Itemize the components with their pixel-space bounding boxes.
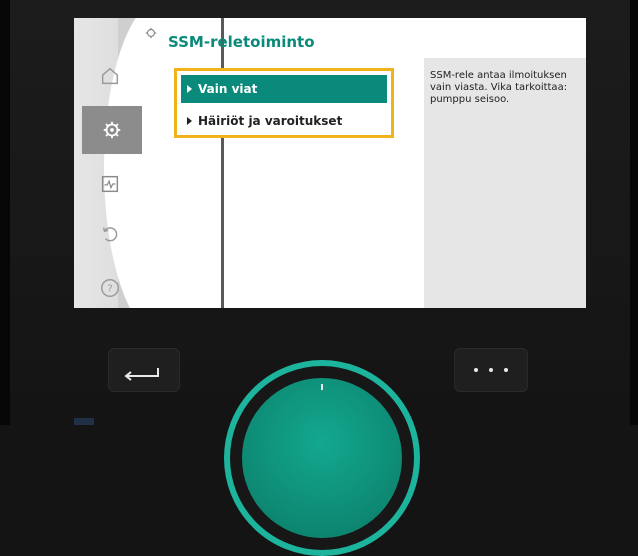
back-button[interactable] bbox=[108, 348, 180, 392]
option-vain-viat[interactable]: Vain viat bbox=[181, 75, 387, 103]
option-label: Häiriöt ja varoitukset bbox=[198, 114, 343, 128]
back-arrow-icon bbox=[124, 368, 159, 381]
more-dots-icon bbox=[489, 368, 493, 372]
diagnostics-icon bbox=[101, 175, 119, 193]
home-icon bbox=[101, 67, 119, 85]
svg-text:?: ? bbox=[107, 284, 112, 295]
help-icon: ? bbox=[101, 279, 119, 297]
nav-help[interactable]: ? bbox=[82, 264, 138, 308]
arrow-right-icon bbox=[187, 85, 192, 93]
option-label: Vain viat bbox=[198, 82, 258, 96]
arrow-right-icon bbox=[187, 117, 192, 125]
screen-title: SSM-reletoiminto bbox=[168, 33, 315, 51]
knob-notch bbox=[321, 384, 323, 390]
help-panel: SSM-rele antaa ilmoituksen vain viasta. … bbox=[424, 58, 586, 308]
device-panel: ? SSM-reletoiminto Vain viat Häiriöt ja … bbox=[10, 0, 630, 556]
gear-icon bbox=[103, 121, 121, 139]
nav-diagnostics[interactable] bbox=[82, 160, 138, 208]
right-bezel bbox=[630, 0, 638, 425]
left-bezel bbox=[0, 0, 10, 425]
bottom-indicator bbox=[74, 418, 94, 425]
nav-home[interactable] bbox=[82, 52, 138, 100]
operating-knob[interactable] bbox=[242, 378, 402, 538]
context-menu-button[interactable] bbox=[454, 348, 528, 392]
more-dots-icon bbox=[474, 368, 478, 372]
help-text: SSM-rele antaa ilmoituksen vain viasta. … bbox=[430, 70, 568, 105]
title-gear-icon bbox=[145, 27, 157, 39]
option-hairiot-ja-varoitukset[interactable]: Häiriöt ja varoitukset bbox=[181, 107, 387, 135]
nav-settings[interactable] bbox=[82, 106, 142, 154]
more-dots-icon bbox=[504, 368, 508, 372]
nav-restore[interactable] bbox=[82, 210, 138, 258]
selection-frame: Vain viat Häiriöt ja varoitukset bbox=[174, 68, 394, 138]
display-screen: ? SSM-reletoiminto Vain viat Häiriöt ja … bbox=[74, 18, 586, 308]
restore-icon bbox=[102, 227, 118, 242]
